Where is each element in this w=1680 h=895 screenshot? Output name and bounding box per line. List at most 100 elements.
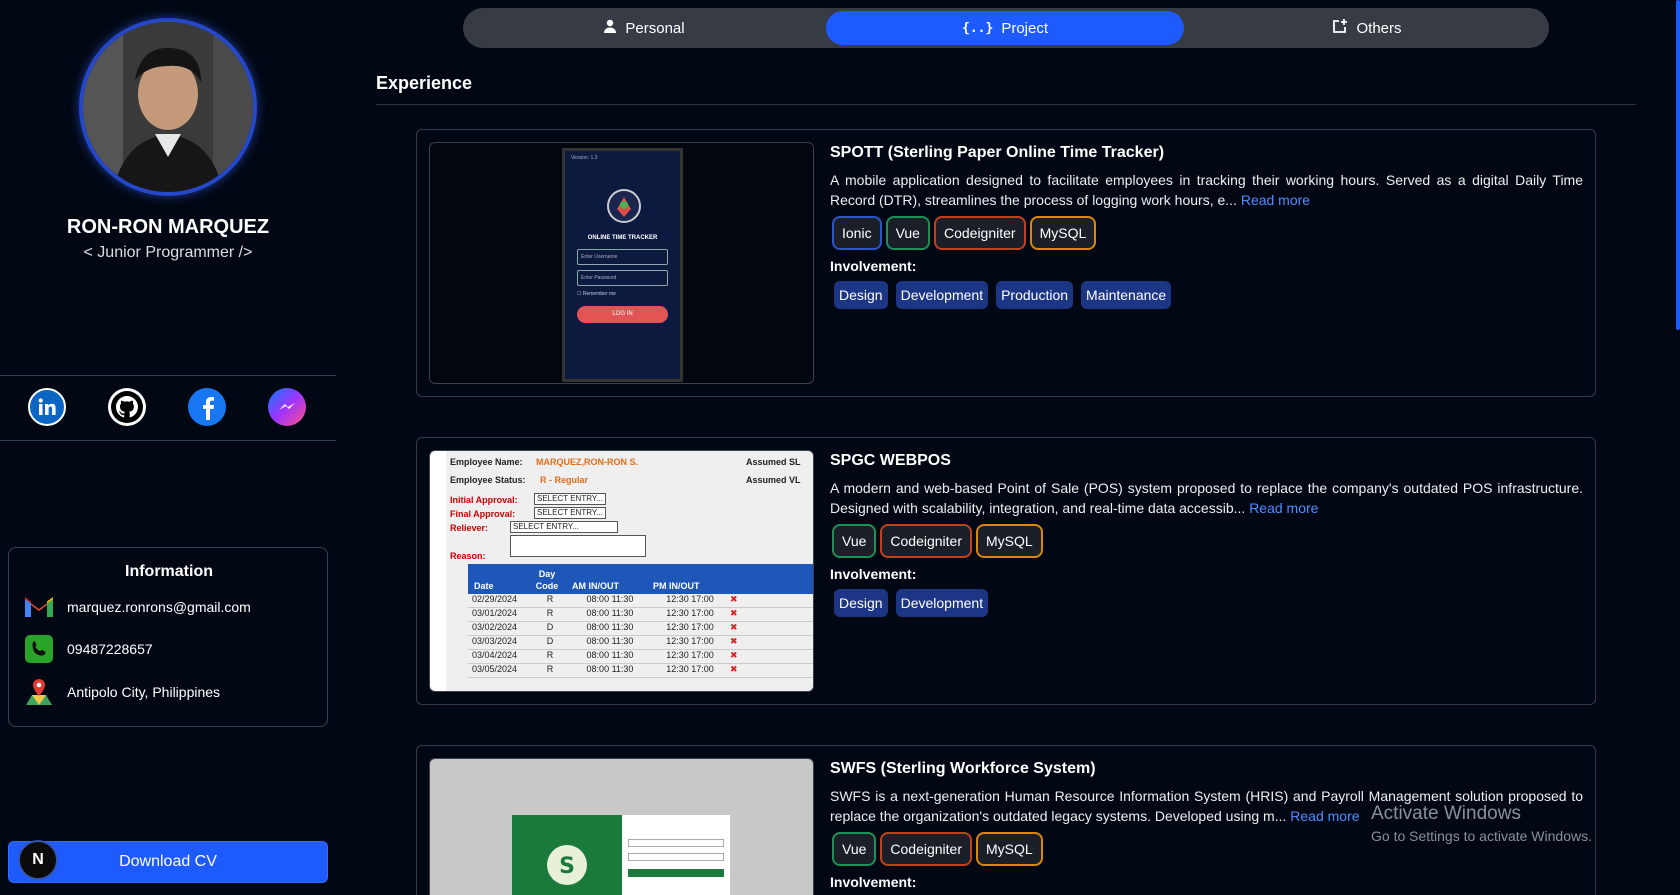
involvement-chip: Development (895, 589, 989, 617)
delete-icon: ✖ (730, 608, 738, 618)
involvement-chip: Production (996, 281, 1074, 309)
email-text[interactable]: marquez.ronrons@gmail.com (67, 599, 251, 615)
delete-icon: ✖ (730, 636, 738, 646)
tab-project-label: Project (1001, 19, 1048, 37)
involvement-label: Involvement: (830, 258, 917, 274)
tech-chip: Vue (834, 834, 875, 864)
mock-cell: 08:00 11:30 (586, 622, 634, 632)
mock-cell: 12:30 17:00 (666, 622, 714, 632)
mock-cell: D (546, 636, 554, 646)
read-more-link[interactable]: Read more (1290, 808, 1359, 824)
profile-sidebar: RON-RON MARQUEZ < Junior Programmer /> I… (0, 0, 336, 895)
information-title: Information (125, 563, 213, 580)
mock-password: Enter Password (577, 270, 668, 286)
mock-row: 03/03/2024 D 08:00 11:30 12:30 17:00 ✖ (468, 636, 813, 650)
mock-cell: R (546, 650, 554, 660)
divider (0, 440, 336, 441)
mock-cell: R (546, 608, 554, 618)
tab-personal[interactable]: Personal (466, 11, 822, 45)
mock-login-button: LOG IN (577, 306, 668, 323)
mock-remember: ☐ Remember me (577, 291, 616, 297)
tab-others[interactable]: Others (1188, 11, 1546, 45)
messenger-icon[interactable] (268, 388, 306, 426)
tab-personal-label: Personal (625, 19, 685, 37)
project-screenshot[interactable]: Version: 1.3 ONLINE TIME TRACKER Enter U… (429, 142, 814, 384)
swfs-password-field (628, 853, 724, 861)
involvement-chip: Maintenance (1081, 281, 1172, 309)
phone-icon (23, 633, 55, 665)
tech-chip: Codeigniter (882, 834, 970, 864)
gmail-icon (23, 591, 55, 623)
tech-chip: MySQL (1031, 218, 1095, 248)
project-title: SWFS (Sterling Workforce System) (830, 760, 1096, 777)
project-card: Version: 1.3 ONLINE TIME TRACKER Enter U… (416, 129, 1596, 397)
app-logo-icon (607, 189, 641, 223)
mock-emp-name-label: Employee Name: (450, 457, 523, 467)
mock-row: 02/29/2024 R 08:00 11:30 12:30 17:00 ✖ (468, 594, 813, 608)
mock-header-date: Date (474, 581, 494, 591)
project-screenshot[interactable]: S (429, 758, 814, 895)
tech-chip: MySQL (978, 526, 1041, 556)
mock-row: 03/02/2024 D 08:00 11:30 12:30 17:00 ✖ (468, 622, 813, 636)
mock-cell: R (546, 594, 554, 604)
tab-project[interactable]: {..} Project (826, 11, 1184, 45)
phone-mockup: Version: 1.3 ONLINE TIME TRACKER Enter U… (562, 148, 683, 382)
profile-avatar (79, 18, 257, 196)
mock-reason-box (510, 535, 646, 557)
code-braces-icon: {..} (962, 20, 994, 36)
windows-activation-subtitle: Go to Settings to activate Windows. (1371, 828, 1592, 844)
facebook-icon[interactable] (188, 388, 226, 426)
tech-chip: Codeigniter (882, 526, 970, 556)
involvement-list: Design Development Production Maintenanc… (834, 281, 1172, 309)
tech-chip: Ionic (834, 218, 880, 248)
involvement-chip: Development (895, 281, 989, 309)
mock-cell: 08:00 11:30 (586, 664, 634, 674)
email-row: marquez.ronrons@gmail.com (23, 591, 251, 623)
mock-cell: 03/04/2024 (472, 650, 518, 660)
read-more-link[interactable]: Read more (1249, 500, 1318, 516)
linkedin-icon[interactable] (28, 388, 66, 426)
delete-icon: ✖ (730, 594, 738, 604)
mock-cell: 03/01/2024 (472, 608, 518, 618)
project-title: SPOTT (Sterling Paper Online Time Tracke… (830, 144, 1165, 161)
mock-header-am: AM IN/OUT (572, 581, 619, 591)
project-description-text: A modern and web-based Point of Sale (PO… (830, 480, 1583, 516)
mock-cell: 02/29/2024 (472, 594, 518, 604)
mock-initial-label: Initial Approval: (450, 495, 518, 505)
phone-row: 09487228657 (23, 633, 153, 665)
tech-chip: Vue (887, 218, 928, 248)
section-title: Experience (376, 73, 473, 93)
mock-username: Enter Username (577, 249, 668, 265)
page-scrollbar[interactable] (1676, 0, 1680, 330)
project-screenshot[interactable]: Employee Name: MARQUEZ,RON-RON S. Assume… (429, 450, 814, 692)
project-card: Employee Name: MARQUEZ,RON-RON S. Assume… (416, 437, 1596, 705)
swfs-login-panel (622, 815, 730, 895)
mock-header-day: Day Code (535, 569, 559, 591)
mock-cell: 03/03/2024 (472, 636, 518, 646)
location-text: Antipolo City, Philippines (67, 684, 221, 700)
read-more-link[interactable]: Read more (1241, 192, 1310, 208)
mock-row: 03/05/2024 R 08:00 11:30 12:30 17:00 ✖ (468, 664, 813, 678)
mock-header-pm: PM IN/OUT (653, 581, 700, 591)
tab-others-label: Others (1356, 19, 1402, 37)
tech-chip: MySQL (978, 834, 1041, 864)
github-icon[interactable] (108, 388, 146, 426)
framework-badge[interactable]: N (18, 840, 58, 880)
tech-chip: Codeigniter (935, 218, 1024, 248)
involvement-label: Involvement: (830, 874, 917, 890)
swfs-mockup: S (434, 779, 807, 895)
mock-cell: R (546, 664, 554, 674)
mock-heading: ONLINE TIME TRACKER (587, 235, 658, 241)
project-description: A mobile application designed to facilit… (830, 170, 1583, 210)
mock-emp-status: R - Regular (540, 475, 589, 485)
delete-icon: ✖ (730, 650, 738, 660)
phone-text[interactable]: 09487228657 (67, 641, 153, 657)
mock-assumed-vl: Assumed VL (746, 475, 801, 485)
mock-cell: 12:30 17:00 (666, 608, 714, 618)
swfs-brand-panel: S (512, 815, 622, 895)
profile-role: < Junior Programmer /> (83, 244, 253, 261)
involvement-chip: Design (834, 281, 888, 309)
mock-final-label: Final Approval: (450, 509, 516, 519)
mock-cell: 12:30 17:00 (666, 650, 714, 660)
webpos-mockup: Employee Name: MARQUEZ,RON-RON S. Assume… (446, 451, 813, 691)
